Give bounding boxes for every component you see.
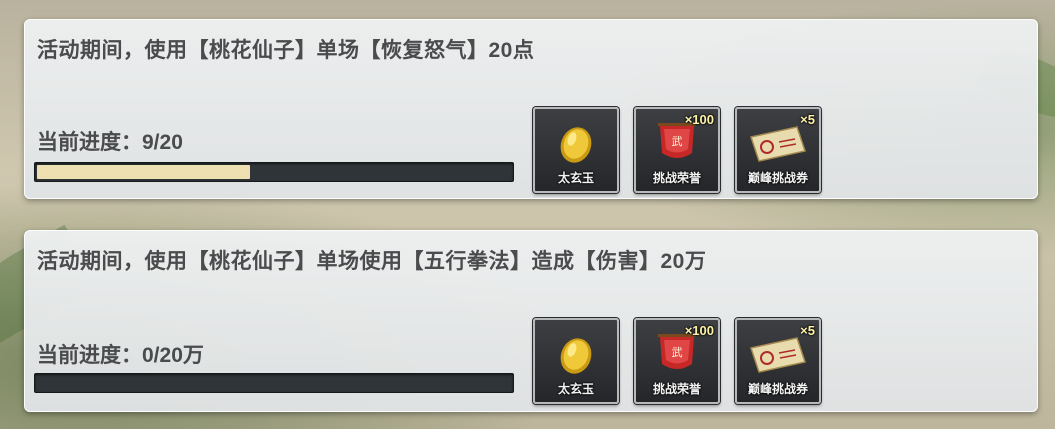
reward-name: 挑战荣誉	[652, 382, 701, 396]
svg-text:武: 武	[672, 346, 683, 359]
progress-bar	[34, 373, 514, 393]
reward-count: ×5	[800, 323, 815, 338]
task-description: 活动期间，使用【桃花仙子】单场【恢复怒气】20点	[37, 39, 535, 62]
reward-name: 挑战荣誉	[652, 171, 701, 185]
reward-name: 太玄玉	[557, 382, 594, 396]
reward-count: ×100	[684, 112, 714, 127]
progress-label: 当前进度：0/20万	[37, 344, 204, 367]
progress-bar	[34, 162, 514, 182]
reward-item-taixuan-jade[interactable]: 太玄玉	[533, 318, 619, 404]
task-description: 活动期间，使用【桃花仙子】单场使用【五行拳法】造成【伤害】20万	[37, 250, 707, 273]
reward-name: 巅峰挑战券	[747, 171, 808, 185]
progress-label: 当前进度：9/20	[37, 131, 183, 154]
reward-count: ×100	[684, 323, 714, 338]
svg-text:武: 武	[672, 135, 683, 148]
task-card: 活动期间，使用【桃花仙子】单场使用【五行拳法】造成【伤害】20万 当前进度：0/…	[24, 230, 1038, 412]
reward-name: 巅峰挑战券	[747, 382, 808, 396]
reward-item-peak-challenge-ticket[interactable]: ×5 巅峰挑战券	[735, 107, 821, 193]
reward-item-challenge-honor[interactable]: 武 ×100 挑战荣誉	[634, 107, 720, 193]
reward-name: 太玄玉	[557, 171, 594, 185]
task-card: 活动期间，使用【桃花仙子】单场【恢复怒气】20点 当前进度：9/20 太玄玉 武…	[24, 19, 1038, 199]
reward-item-challenge-honor[interactable]: 武 ×100 挑战荣誉	[634, 318, 720, 404]
progress-fill	[37, 165, 250, 179]
reward-count: ×5	[800, 112, 815, 127]
reward-item-taixuan-jade[interactable]: 太玄玉	[533, 107, 619, 193]
reward-item-peak-challenge-ticket[interactable]: ×5 巅峰挑战券	[735, 318, 821, 404]
